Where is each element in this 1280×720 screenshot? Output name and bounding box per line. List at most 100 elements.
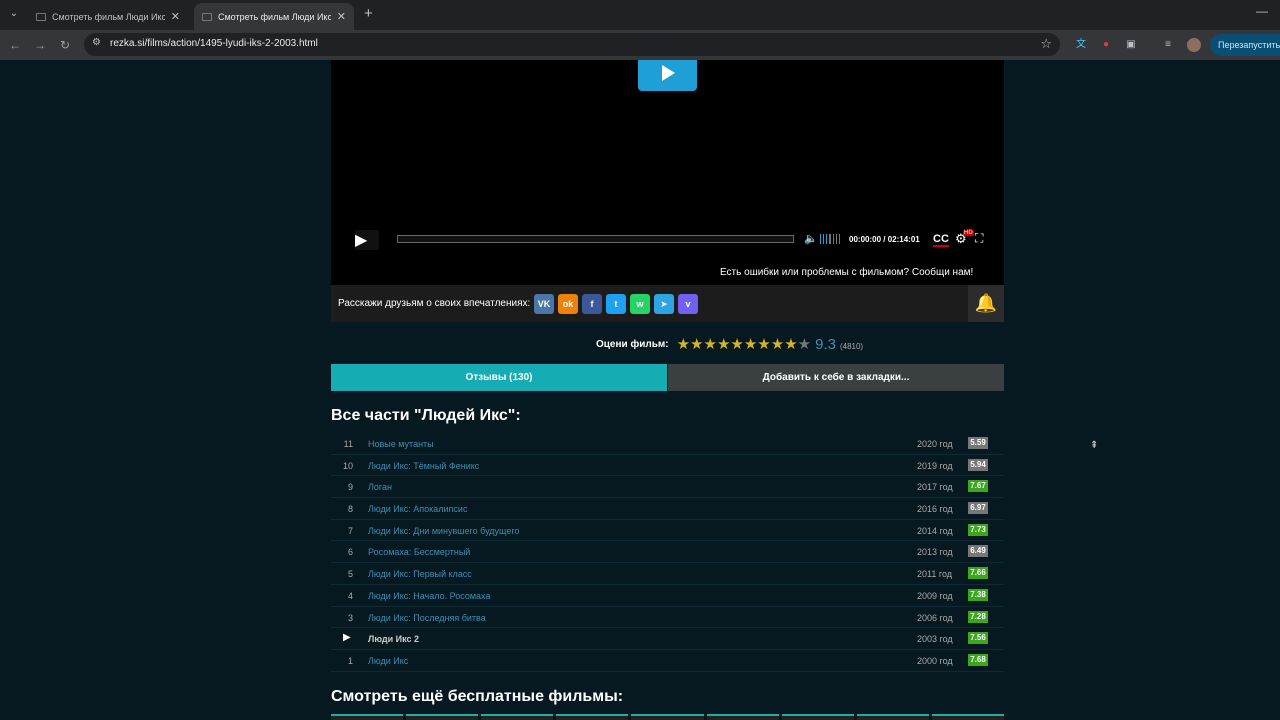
facebook-share-icon[interactable]: f <box>582 294 602 314</box>
profile-avatar[interactable] <box>1187 38 1201 52</box>
part-row[interactable]: 5 Люди Икс: Первый класс 2011 год 7.66 <box>331 563 1004 585</box>
reading-list-icon[interactable]: ≡ <box>1161 38 1175 52</box>
vk-share-icon[interactable]: VK <box>534 294 554 314</box>
rating-star-icon[interactable]: ★ <box>757 337 770 352</box>
part-row[interactable]: 6 Росомаха: Бессмертный 2013 год 6.49 <box>331 541 1004 564</box>
rating-star-icon[interactable]: ★ <box>798 337 811 352</box>
fullscreen-icon[interactable]: ⛶ <box>975 231 983 246</box>
part-rating-badge: 6.49 <box>968 545 988 558</box>
rating-star-icon[interactable]: ★ <box>717 337 730 352</box>
film-thumbnail[interactable] <box>631 714 704 720</box>
film-thumbnail[interactable] <box>856 714 929 720</box>
volume-level-bar <box>820 234 822 244</box>
back-icon[interactable]: ← <box>6 36 24 54</box>
rating-star-icon[interactable]: ★ <box>677 337 690 352</box>
minimize-icon[interactable]: — <box>1256 4 1268 18</box>
part-year: 2013 год <box>917 547 953 558</box>
bell-icon[interactable]: 🔔 <box>968 285 1004 322</box>
address-bar[interactable]: ⚙ rezka.si/films/action/1495-lyudi-iks-2… <box>84 33 1060 56</box>
twitter-share-icon[interactable]: t <box>606 294 626 314</box>
part-number: 5 <box>347 569 353 580</box>
odnoklassniki-share-icon[interactable]: ok <box>558 294 578 314</box>
volume-level-bar <box>823 234 825 244</box>
film-thumbnail[interactable] <box>781 714 854 720</box>
part-title-link[interactable]: Росомаха: Бессмертный <box>368 547 470 557</box>
part-rating-badge: 6.97 <box>968 502 988 515</box>
tab-2-active[interactable]: Смотреть фильм Люди Икс 2 о ✕ <box>194 3 354 30</box>
part-number: 11 <box>343 439 353 449</box>
part-row[interactable]: 8 Люди Икс: Апокалипсис 2016 год 6.97 <box>331 498 1004 520</box>
tab-1[interactable]: Смотреть фильм Люди Икс он ✕ <box>28 3 188 30</box>
tab-search-icon[interactable]: ⌄ <box>6 6 22 22</box>
reviews-button[interactable]: Отзывы (130) <box>331 364 667 391</box>
rating-star-icon[interactable]: ★ <box>703 337 716 352</box>
part-title-link[interactable]: Новые мутанты <box>368 439 434 449</box>
rating-star-icon[interactable]: ★ <box>784 337 797 352</box>
part-row[interactable]: 11 Новые мутанты 2020 год 5.59 <box>331 433 1004 455</box>
part-title-link[interactable]: Люди Икс: Начало. Росомаха <box>368 591 490 601</box>
film-thumbnail[interactable] <box>556 714 629 720</box>
part-year: 2014 год <box>917 525 953 536</box>
seek-bar[interactable] <box>397 235 794 243</box>
film-thumbnail[interactable] <box>406 714 479 720</box>
film-thumbnail[interactable] <box>481 714 554 720</box>
part-year: 2000 год <box>917 655 953 666</box>
film-thumbnail[interactable] <box>331 714 404 720</box>
big-play-button[interactable] <box>638 60 697 91</box>
tab-close-icon[interactable]: ✕ <box>337 10 346 23</box>
new-tab-icon[interactable]: + <box>364 5 373 22</box>
relaunch-button[interactable]: Перезапустить и <box>1210 34 1280 56</box>
shield-extension-icon[interactable]: ● <box>1099 38 1113 52</box>
volume-icon[interactable]: 🔈 <box>804 232 818 245</box>
rating-star-icon[interactable]: ★ <box>730 337 743 352</box>
rating-star-icon[interactable]: ★ <box>744 337 757 352</box>
part-title-link[interactable]: Люди Икс: Первый класс <box>368 569 472 579</box>
forward-icon[interactable]: → <box>31 36 49 54</box>
part-row[interactable]: ▶ Люди Икс 2 2003 год 7.56 <box>331 628 1004 650</box>
tab-close-icon[interactable]: ✕ <box>171 10 180 23</box>
part-title-link[interactable]: Люди Икс: Дни минувшего будущего <box>368 526 519 536</box>
part-title-link[interactable]: Логан <box>368 482 392 492</box>
rating-star-icon[interactable]: ★ <box>690 337 703 352</box>
reload-icon[interactable]: ↻ <box>56 36 74 54</box>
play-icon[interactable]: ▶ <box>355 230 379 250</box>
rating-star-icon[interactable]: ★ <box>771 337 784 352</box>
part-rating-badge: 7.68 <box>968 653 988 666</box>
part-rating-badge: 5.59 <box>968 437 988 449</box>
report-problem-link[interactable]: Есть ошибки или проблемы с фильмом? Сооб… <box>720 267 973 278</box>
part-year: 2017 год <box>917 482 953 493</box>
site-info-icon[interactable]: ⚙ <box>92 37 101 48</box>
volume-slider[interactable] <box>820 234 840 244</box>
subtitles-button[interactable]: CC <box>933 233 949 247</box>
film-thumbnail[interactable] <box>706 714 779 720</box>
part-row[interactable]: 3 Люди Икс: Последняя битва 2006 год 7.28 <box>331 607 1004 629</box>
part-number: 7 <box>347 525 353 536</box>
part-row[interactable]: 4 Люди Икс: Начало. Росомаха 2009 год 7.38 <box>331 585 1004 607</box>
viber-share-icon[interactable]: v <box>678 294 698 314</box>
browser-toolbar: ← → ↻ ⚙ rezka.si/films/action/1495-lyudi… <box>0 30 1280 60</box>
translate-extension-icon[interactable]: 文 <box>1074 38 1088 52</box>
film-thumbnail[interactable] <box>931 714 1004 720</box>
part-row[interactable]: 9 Логан 2017 год 7.67 <box>331 476 1004 499</box>
bookmark-star-icon[interactable]: ☆ <box>1040 36 1052 52</box>
part-title-link[interactable]: Люди Икс: Последняя битва <box>368 613 486 623</box>
rating-stars[interactable]: ★ ★ ★ ★ ★ ★ ★ ★ ★ ★ <box>677 337 812 352</box>
part-year: 2020 год <box>917 439 953 449</box>
part-title-link[interactable]: Люди Икс: Тёмный Феникс <box>368 461 479 471</box>
tab-bar: ⌄ Смотреть фильм Люди Икс он ✕ Смотреть … <box>0 0 1280 30</box>
add-bookmark-button[interactable]: Добавить к себе в закладки... <box>668 364 1004 391</box>
part-year: 2003 год <box>917 634 953 645</box>
hd-badge: HD <box>963 230 974 236</box>
part-row[interactable]: 1 Люди Икс 2000 год 7.68 <box>331 650 1004 672</box>
part-title-link[interactable]: Люди Икс 2 <box>368 634 419 644</box>
part-year: 2006 год <box>917 612 953 623</box>
part-title-link[interactable]: Люди Икс: Апокалипсис <box>368 504 467 514</box>
video-player[interactable]: ▶ 🔈 00:00:00 / 02:14:01 CC ⚙ HD ⛶ <box>331 60 1004 285</box>
part-number: 6 <box>347 547 353 558</box>
whatsapp-share-icon[interactable]: w <box>630 294 650 314</box>
telegram-share-icon[interactable]: ➤ <box>654 294 674 314</box>
part-row[interactable]: 10 Люди Икс: Тёмный Феникс 2019 год 5.94 <box>331 455 1004 477</box>
part-row[interactable]: 7 Люди Икс: Дни минувшего будущего 2014 го… <box>331 520 1004 542</box>
extensions-puzzle-icon[interactable]: ▣ <box>1124 38 1138 52</box>
part-title-link[interactable]: Люди Икс <box>368 656 408 666</box>
